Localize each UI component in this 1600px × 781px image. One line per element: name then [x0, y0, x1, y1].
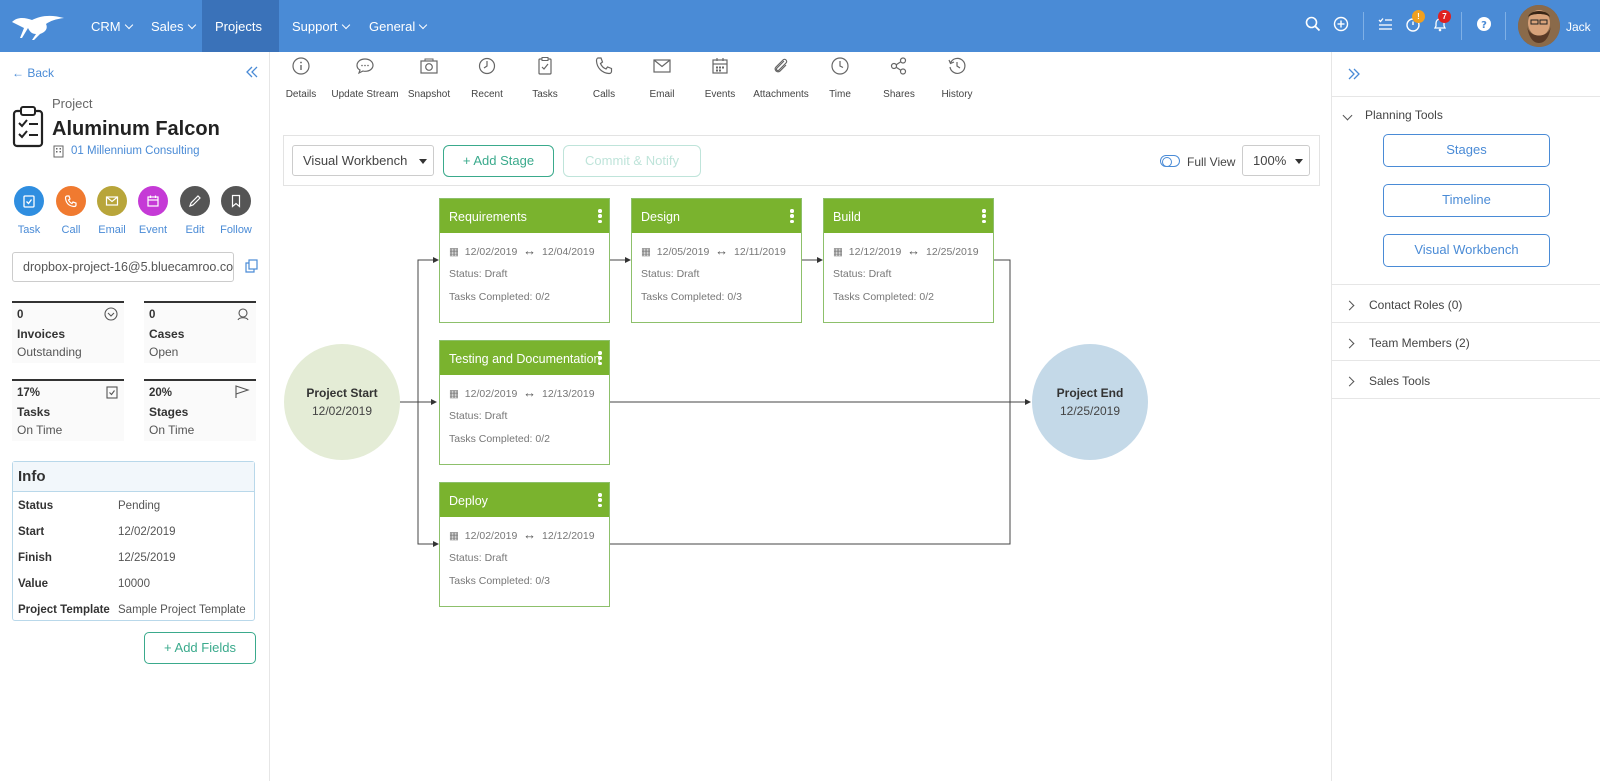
- stage-name: Build: [833, 210, 861, 224]
- stage-dates: ▦ 12/12/2019 ↔ 12/25/2019: [833, 243, 979, 258]
- stage-tasks: Tasks Completed: 0/2: [449, 433, 550, 445]
- project-start-title: Project Start: [306, 386, 378, 400]
- calendar-icon: ▦: [641, 246, 651, 258]
- calendar-icon: ▦: [449, 246, 459, 258]
- project-end-node[interactable]: Project End 12/25/2019: [1032, 344, 1148, 460]
- more-vertical-icon[interactable]: [598, 351, 602, 367]
- stage-end: 12/12/2019: [542, 530, 595, 542]
- planning-tools-label: Planning Tools: [1365, 108, 1443, 122]
- stage-start: 12/05/2019: [656, 246, 710, 258]
- stage-card[interactable]: Testing and Documentation ▦ 12/02/2019 ↔…: [439, 340, 610, 465]
- double-arrow-icon: ↔: [715, 243, 729, 258]
- stage-status: Status: Draft: [449, 552, 508, 564]
- chevron-right-icon: [1344, 300, 1355, 311]
- stage-tasks: Tasks Completed: 0/3: [641, 291, 742, 303]
- project-start-node[interactable]: Project Start 12/02/2019: [284, 344, 400, 460]
- chevron-right-icon: [1344, 376, 1355, 387]
- stage-card[interactable]: Deploy ▦ 12/02/2019 ↔ 12/12/2019 Status:…: [439, 482, 610, 607]
- more-vertical-icon[interactable]: [982, 209, 986, 225]
- project-end-title: Project End: [1056, 386, 1124, 400]
- calendar-icon: ▦: [833, 246, 843, 258]
- stage-tasks: Tasks Completed: 0/2: [449, 291, 550, 303]
- stage-start: 12/12/2019: [848, 246, 902, 258]
- stage-tasks: Tasks Completed: 0/2: [833, 291, 934, 303]
- sales-tools-section[interactable]: Sales Tools: [1332, 361, 1600, 399]
- planning-tools-header[interactable]: Planning Tools: [1342, 108, 1443, 122]
- contact-roles-section[interactable]: Contact Roles (0): [1332, 285, 1600, 323]
- project-end-date: 12/25/2019: [1059, 404, 1121, 418]
- stage-end: 12/25/2019: [926, 246, 979, 258]
- stages-button[interactable]: Stages: [1383, 134, 1550, 167]
- stage-end: 12/04/2019: [542, 246, 595, 258]
- stage-start: 12/02/2019: [464, 388, 518, 400]
- section-label: Team Members (2): [1369, 336, 1470, 350]
- double-arrow-icon: ↔: [907, 243, 921, 258]
- chevron-right-icon: [1344, 338, 1355, 349]
- more-vertical-icon[interactable]: [598, 209, 602, 225]
- stage-name: Deploy: [449, 494, 488, 508]
- more-vertical-icon[interactable]: [790, 209, 794, 225]
- stage-status: Status: Draft: [833, 268, 892, 280]
- section-label: Sales Tools: [1369, 374, 1431, 388]
- stage-dates: ▦ 12/05/2019 ↔ 12/11/2019: [641, 243, 786, 258]
- stage-dates: ▦ 12/02/2019 ↔ 12/13/2019: [449, 385, 595, 400]
- visual-workbench-button[interactable]: Visual Workbench: [1383, 234, 1550, 267]
- double-arrow-icon: ↔: [523, 243, 537, 258]
- expand-right-icon[interactable]: [1348, 68, 1360, 83]
- stage-name: Design: [641, 210, 680, 224]
- stage-end: 12/11/2019: [734, 246, 786, 258]
- stage-card[interactable]: Requirements ▦ 12/02/2019 ↔ 12/04/2019 S…: [439, 198, 610, 323]
- chevron-down-icon: [1342, 110, 1353, 121]
- section-label: Contact Roles (0): [1369, 298, 1463, 312]
- right-sidebar: Planning Tools Stages Timeline Visual Wo…: [1331, 52, 1600, 781]
- calendar-icon: ▦: [449, 530, 459, 542]
- divider: [1332, 96, 1600, 97]
- calendar-icon: ▦: [449, 388, 459, 400]
- stage-end: 12/13/2019: [542, 388, 595, 400]
- timeline-button[interactable]: Timeline: [1383, 184, 1550, 217]
- stage-start: 12/02/2019: [464, 246, 518, 258]
- stage-dates: ▦ 12/02/2019 ↔ 12/04/2019: [449, 243, 595, 258]
- more-vertical-icon[interactable]: [598, 493, 602, 509]
- stage-status: Status: Draft: [641, 268, 700, 280]
- double-arrow-icon: ↔: [523, 385, 537, 400]
- team-members-section[interactable]: Team Members (2): [1332, 323, 1600, 361]
- double-arrow-icon: ↔: [523, 527, 537, 542]
- project-start-date: 12/02/2019: [311, 404, 373, 418]
- stage-tasks: Tasks Completed: 0/3: [449, 575, 550, 587]
- stage-status: Status: Draft: [449, 410, 508, 422]
- stage-status: Status: Draft: [449, 268, 508, 280]
- stage-name: Testing and Documentation: [449, 352, 601, 366]
- stage-dates: ▦ 12/02/2019 ↔ 12/12/2019: [449, 527, 595, 542]
- stage-card[interactable]: Design ▦ 12/05/2019 ↔ 12/11/2019 Status:…: [631, 198, 802, 323]
- stage-name: Requirements: [449, 210, 527, 224]
- stage-start: 12/02/2019: [464, 530, 518, 542]
- stage-card[interactable]: Build ▦ 12/12/2019 ↔ 12/25/2019 Status: …: [823, 198, 994, 323]
